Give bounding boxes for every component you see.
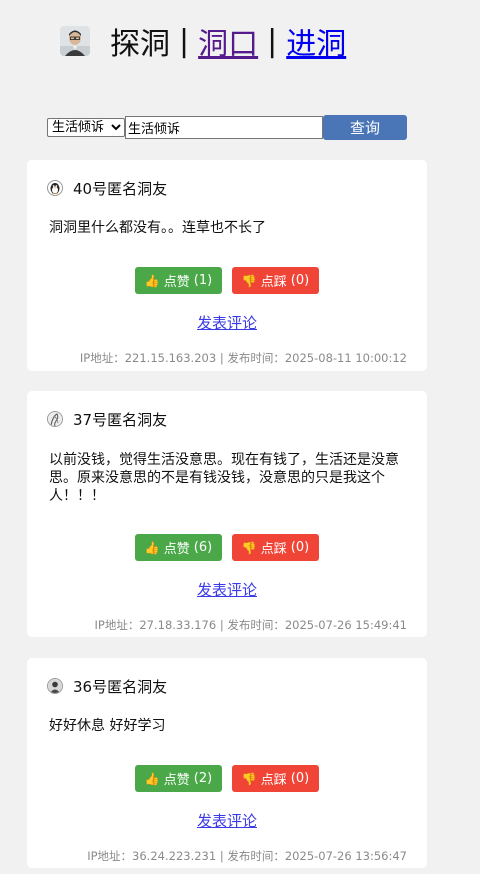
author-name: 40号匿名洞友 — [73, 179, 168, 198]
like-label: 点赞 — [163, 773, 190, 788]
like-button[interactable]: 👍 点赞 (1) — [135, 267, 222, 294]
post-meta: IP地址：221.15.163.203 | 发布时间：2025-08-11 10… — [79, 351, 407, 365]
header-separator: | — [267, 23, 278, 59]
reaction-buttons: 👍 点赞 (2) 👎 点踩 (0) — [27, 765, 427, 792]
dislike-button[interactable]: 👎 点踩 (0) — [232, 267, 319, 294]
thumbs-up-icon: 👍 — [144, 540, 160, 555]
reaction-buttons: 👍 点赞 (1) 👎 点踩 (0) — [27, 267, 427, 294]
thumbs-down-icon: 👎 — [241, 273, 257, 288]
dislike-label: 点踩 — [260, 773, 287, 788]
post-author: 36号匿名洞友 — [47, 676, 167, 696]
thumbs-down-icon: 👎 — [241, 540, 257, 555]
author-name: 37号匿名洞友 — [73, 410, 168, 429]
dislike-button[interactable]: 👎 点踩 (0) — [232, 534, 319, 561]
dislike-label: 点踩 — [260, 275, 287, 290]
like-count: (6) — [193, 540, 213, 555]
site-logo-photo — [60, 26, 90, 56]
author-name: 36号匿名洞友 — [73, 677, 168, 696]
nav-link-dongkou[interactable]: 洞口 — [198, 19, 258, 63]
thumbs-up-icon: 👍 — [144, 771, 160, 786]
reaction-buttons: 👍 点赞 (6) 👎 点踩 (0) — [27, 534, 427, 561]
header-separator: | — [179, 23, 190, 59]
post-card: 37号匿名洞友 以前没钱，觉得生活没意思。现在有钱了，生活还是没意思。原来没意思… — [27, 391, 427, 637]
site-header: 探洞 | 洞口 | 进洞 — [60, 18, 346, 64]
post-content: 以前没钱，觉得生活没意思。现在有钱了，生活还是没意思。原来没意思的不是有钱没钱，… — [49, 452, 399, 504]
post-content: 好好休息 好好学习 — [49, 718, 166, 734]
person-avatar-icon — [47, 678, 63, 694]
like-label: 点赞 — [163, 542, 190, 557]
post-card: 36号匿名洞友 好好休息 好好学习 👍 点赞 (2) 👎 点踩 (0) 发表评论… — [27, 658, 427, 868]
dislike-button[interactable]: 👎 点踩 (0) — [232, 765, 319, 792]
post-author: 40号匿名洞友 — [47, 178, 167, 198]
nav-link-jindong[interactable]: 进洞 — [286, 19, 346, 63]
like-button[interactable]: 👍 点赞 (6) — [135, 534, 222, 561]
search-form: 生活倾诉 查询 — [47, 115, 407, 140]
thumbs-down-icon: 👎 — [241, 771, 257, 786]
post-card: 40号匿名洞友 洞洞里什么都没有。。连草也不长了 👍 点赞 (1) 👎 点踩 (… — [27, 160, 427, 371]
site-title: 探洞 — [110, 27, 170, 62]
sketch-avatar-icon — [47, 411, 63, 427]
dislike-count: (0) — [290, 540, 310, 555]
post-content: 洞洞里什么都没有。。连草也不长了 — [49, 220, 266, 236]
dislike-count: (0) — [290, 771, 310, 786]
post-author: 37号匿名洞友 — [47, 409, 167, 429]
like-label: 点赞 — [163, 275, 190, 290]
thumbs-up-icon: 👍 — [144, 273, 160, 288]
post-comment-link[interactable]: 发表评论 — [27, 810, 427, 831]
like-count: (1) — [193, 273, 213, 288]
post-comment-link[interactable]: 发表评论 — [27, 579, 427, 600]
like-button[interactable]: 👍 点赞 (2) — [135, 765, 222, 792]
post-meta: IP地址：36.24.223.231 | 发布时间：2025-07-26 13:… — [87, 849, 407, 863]
penguin-avatar-icon — [47, 180, 63, 196]
like-count: (2) — [193, 771, 213, 786]
category-select[interactable]: 生活倾诉 — [47, 118, 125, 137]
post-meta: IP地址：27.18.33.176 | 发布时间：2025-07-26 15:4… — [94, 618, 407, 632]
dislike-count: (0) — [290, 273, 310, 288]
search-button[interactable]: 查询 — [323, 115, 407, 140]
search-input[interactable] — [125, 116, 323, 139]
post-comment-link[interactable]: 发表评论 — [27, 312, 427, 333]
dislike-label: 点踩 — [260, 542, 287, 557]
